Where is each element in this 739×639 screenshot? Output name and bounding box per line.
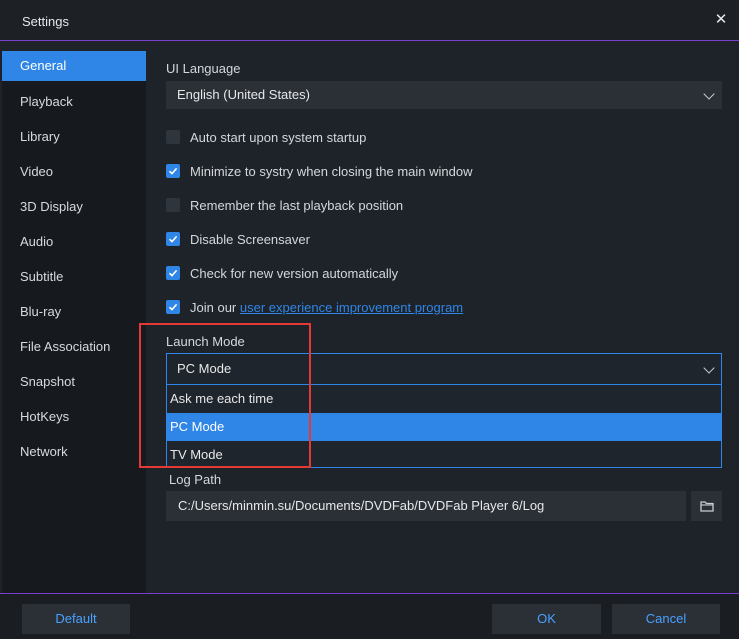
sidebar-item-blu-ray[interactable]: Blu-ray — [2, 296, 146, 331]
disable-screensaver-label: Disable Screensaver — [190, 231, 310, 247]
remember-position-checkbox[interactable] — [166, 198, 180, 212]
check-icon — [168, 167, 178, 175]
sidebar-item-file-association[interactable]: File Association — [2, 331, 146, 366]
sidebar-item-3d-display[interactable]: 3D Display — [2, 191, 146, 226]
launch-mode-option-pc[interactable]: PC Mode — [167, 413, 721, 441]
general-settings-panel: UI Language English (United States) Auto… — [139, 52, 722, 592]
user-experience-program-link[interactable]: user experience improvement program — [240, 300, 463, 315]
launch-mode-option-tv[interactable]: TV Mode — [167, 441, 721, 469]
folder-icon — [699, 501, 714, 512]
auto-start-checkbox[interactable] — [166, 130, 180, 144]
ok-button[interactable]: OK — [492, 604, 601, 634]
sidebar-item-library[interactable]: Library — [2, 121, 146, 156]
log-path-field[interactable]: C:/Users/minmin.su/Documents/DVDFab/DVDF… — [166, 491, 686, 521]
chevron-down-icon — [703, 88, 715, 100]
minimize-to-systray-option[interactable]: Minimize to systry when closing the main… — [166, 161, 473, 181]
sidebar-item-general[interactable]: General — [2, 51, 146, 81]
dialog-footer: Default OK Cancel — [0, 593, 739, 639]
ui-language-select[interactable]: English (United States) — [166, 81, 722, 109]
close-icon[interactable]: ✕ — [713, 12, 729, 28]
check-version-label: Check for new version automatically — [190, 265, 399, 281]
join-program-option[interactable]: Join our user experience improvement pro… — [166, 297, 463, 317]
ui-language-value: English (United States) — [177, 87, 310, 102]
sidebar-item-hotkeys[interactable]: HotKeys — [2, 401, 146, 436]
browse-folder-button[interactable] — [691, 491, 722, 521]
chevron-down-icon — [703, 362, 715, 374]
launch-mode-label: Launch Mode — [166, 334, 245, 349]
settings-sidebar: General Playback Library Video 3D Displa… — [2, 51, 146, 593]
log-path-value: C:/Users/minmin.su/Documents/DVDFab/DVDF… — [178, 498, 545, 513]
auto-start-option[interactable]: Auto start upon system startup — [166, 127, 366, 147]
check-icon — [168, 269, 178, 277]
launch-mode-dropdown[interactable]: PC Mode Ask me each time PC Mode TV Mode — [166, 353, 722, 468]
ui-language-label: UI Language — [166, 61, 241, 76]
check-version-option[interactable]: Check for new version automatically — [166, 263, 398, 283]
join-program-prefix: Join our — [190, 299, 237, 315]
cancel-button[interactable]: Cancel — [612, 604, 720, 634]
minimize-to-systray-label: Minimize to systry when closing the main… — [190, 163, 473, 179]
remember-position-label: Remember the last playback position — [190, 197, 404, 213]
sidebar-item-subtitle[interactable]: Subtitle — [2, 261, 146, 296]
sidebar-item-video[interactable]: Video — [2, 156, 146, 191]
sidebar-item-audio[interactable]: Audio — [2, 226, 146, 261]
check-icon — [168, 303, 178, 311]
window-title: Settings — [22, 14, 69, 29]
sidebar-item-playback[interactable]: Playback — [2, 86, 146, 121]
disable-screensaver-option[interactable]: Disable Screensaver — [166, 229, 310, 249]
sidebar-item-snapshot[interactable]: Snapshot — [2, 366, 146, 401]
launch-mode-option-ask[interactable]: Ask me each time — [167, 385, 721, 413]
log-path-label: Log Path — [169, 472, 222, 487]
sidebar-item-network[interactable]: Network — [2, 436, 146, 471]
check-icon — [168, 235, 178, 243]
check-version-checkbox[interactable] — [166, 266, 180, 280]
auto-start-label: Auto start upon system startup — [190, 129, 367, 145]
minimize-to-systray-checkbox[interactable] — [166, 164, 180, 178]
title-bar: Settings ✕ — [0, 0, 739, 41]
default-button[interactable]: Default — [22, 604, 130, 634]
launch-mode-select[interactable]: PC Mode — [167, 354, 721, 385]
launch-mode-value: PC Mode — [177, 361, 232, 376]
join-program-checkbox[interactable] — [166, 300, 180, 314]
remember-position-option[interactable]: Remember the last playback position — [166, 195, 403, 215]
disable-screensaver-checkbox[interactable] — [166, 232, 180, 246]
